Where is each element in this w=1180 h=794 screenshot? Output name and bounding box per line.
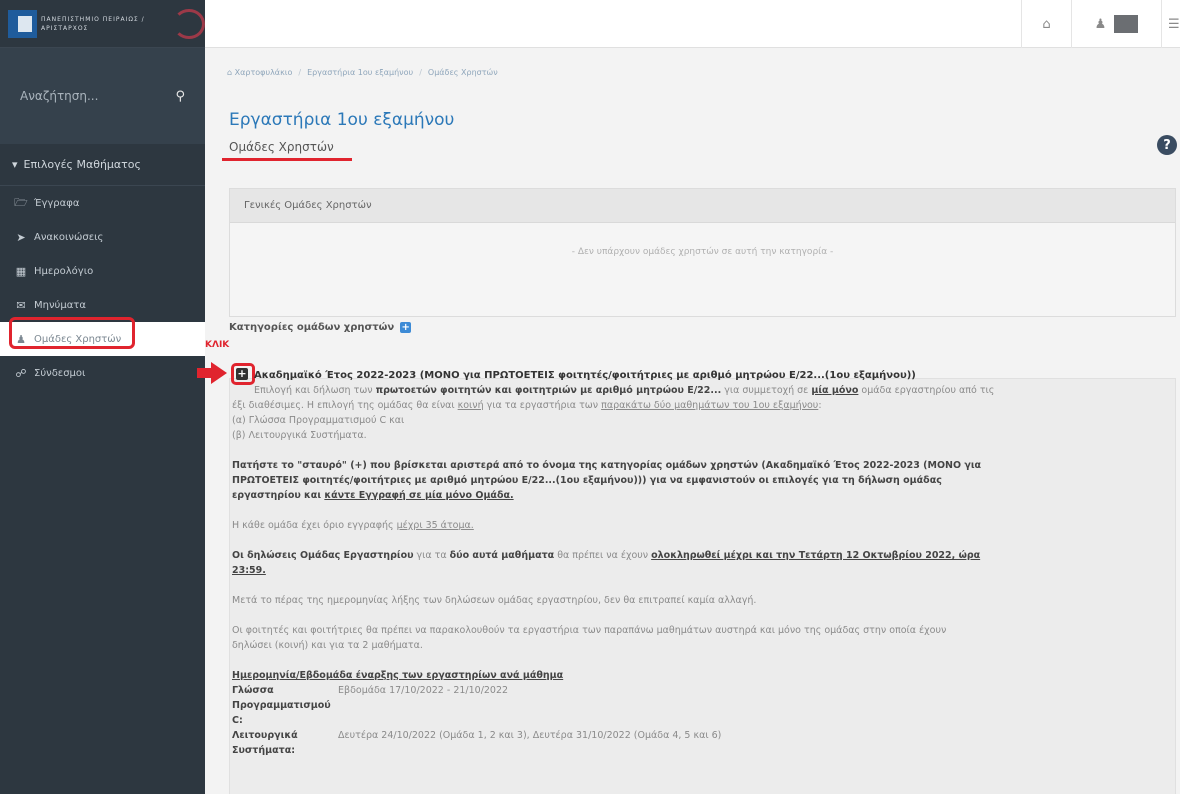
- link-icon: ☍: [15, 366, 27, 380]
- sidebar-item-links[interactable]: ☍ Σύνδεσμοι: [0, 356, 205, 390]
- description-line-2: έξι διαθέσιμες. Η επιλογή της ομάδας θα …: [232, 400, 822, 411]
- sidebar-item-user-groups[interactable]: ♟ Ομάδες Χρηστών: [0, 322, 205, 356]
- sidebar-item-label: Ομάδες Χρηστών: [34, 333, 122, 345]
- page-subtitle: Ομάδες Χρηστών: [229, 140, 334, 154]
- search-icon[interactable]: ⚲: [175, 89, 185, 104]
- sidebar-item-label: Έγγραφα: [34, 197, 80, 209]
- attendance-line-2: δηλώσει (κοινή) και για τα 2 μαθήματα.: [232, 640, 423, 651]
- avatar: [1114, 15, 1139, 33]
- schedule-row: Λειτουργικά Συστήματα: Δευτέρα 24/10/202…: [232, 728, 1162, 758]
- page-title: Εργαστήρια 1ου εξαμήνου: [229, 110, 455, 130]
- add-category-icon[interactable]: +: [400, 322, 412, 333]
- schedule-value: Δευτέρα 24/10/2022 (Ομάδα 1, 2 και 3), Δ…: [338, 730, 722, 741]
- arrow-annotation-icon: [197, 362, 227, 384]
- top-bar: ⌂ ♟ ☰: [205, 0, 1180, 48]
- general-groups-panel: Γενικές Ομάδες Χρηστών - Δεν υπάρχουν ομ…: [229, 188, 1176, 317]
- description-line-3: (α) Γλώσσα Προγραμματισμού C και: [232, 415, 405, 426]
- breadcrumb-course[interactable]: Εργαστήρια 1ου εξαμήνου: [307, 68, 413, 77]
- no-change-line: Μετά το πέρας της ημερομηνίας λήξης των …: [232, 595, 757, 606]
- attendance-line-1: Οι φοιτητές και φοιτήτριες θα πρέπει να …: [232, 625, 947, 636]
- schedule-value: Εβδομάδα 17/10/2022 - 21/10/2022: [338, 685, 509, 696]
- breadcrumb-home[interactable]: ⌂ Χαρτοφυλάκιο: [227, 68, 292, 77]
- instruction-line-2: ΠΡΩΤΟΕΤΕΙΣ φοιτητές/φοιτήτριες με αριθμό…: [232, 475, 942, 486]
- logo-swirl: [173, 8, 205, 39]
- user-menu[interactable]: ♟: [1071, 0, 1161, 48]
- schedule-label: Λειτουργικά Συστήματα:: [232, 730, 298, 756]
- sidebar-item-documents[interactable]: 🗁 Έγγραφα: [0, 186, 205, 220]
- sidebar-item-calendar[interactable]: ▦ Ημερολόγιο: [0, 254, 205, 288]
- sidebar-item-label: Σύνδεσμοι: [34, 367, 86, 379]
- search-placeholder: Αναζήτηση...: [20, 89, 99, 103]
- home-icon: ⌂: [1042, 16, 1051, 32]
- megaphone-icon: ➤: [16, 230, 26, 244]
- general-groups-empty: - Δεν υπάρχουν ομάδες χρηστών σε αυτή τη…: [571, 247, 834, 257]
- instruction-line-3: εργαστηρίου και κάντε Εγγραφή σε μία μόν…: [232, 490, 514, 501]
- schedule-heading: Ημερομηνία/Εβδομάδα έναρξης των εργαστηρ…: [232, 670, 564, 681]
- calendar-icon: ▦: [15, 264, 27, 278]
- sidebar-menu: 🗁 Έγγραφα ➤ Ανακοινώσεις ▦ Ημερολόγιο ✉ …: [0, 186, 205, 390]
- logo-mark: [8, 9, 38, 38]
- general-groups-heading: Γενικές Ομάδες Χρηστών: [230, 189, 1175, 223]
- sidebar-item-label: Ανακοινώσεις: [34, 231, 104, 243]
- breadcrumb-current: Ομάδες Χρηστών: [427, 68, 498, 77]
- schedule-label: Γλώσσα Προγραμματισμού C:: [232, 685, 331, 726]
- sidebar: ΠΑΝΕΠΙΣΤΗΜΙΟ ΠΕΙΡΑΙΩΣ / ΑΡΙΣΤΑΡΧΟΣ Αναζή…: [0, 0, 205, 794]
- user-icon: ♟: [1094, 16, 1107, 32]
- help-icon[interactable]: ?: [1157, 135, 1177, 155]
- categories-heading-label: Κατηγορίες ομάδων χρηστών: [229, 322, 395, 333]
- breadcrumb-separator: /: [419, 68, 422, 77]
- schedule-row: Γλώσσα Προγραμματισμού C: Εβδομάδα 17/10…: [232, 683, 1162, 728]
- click-annotation: ΚΛΙΚ: [205, 340, 230, 350]
- deadline-line-1: Οι δηλώσεις Ομάδας Εργαστηρίου για τα δύ…: [232, 550, 981, 561]
- limit-line: Η κάθε ομάδα έχει όριο εγγραφής μέχρι 35…: [232, 520, 474, 531]
- instruction-line-1: Πατήστε το "σταυρό" (+) που βρίσκεται αρ…: [232, 460, 982, 471]
- sidebar-item-label: Ημερολόγιο: [34, 265, 94, 277]
- logo[interactable]: ΠΑΝΕΠΙΣΤΗΜΙΟ ΠΕΙΡΑΙΩΣ / ΑΡΙΣΤΑΡΧΟΣ: [8, 8, 205, 39]
- logo-text: ΠΑΝΕΠΙΣΤΗΜΙΟ ΠΕΙΡΑΙΩΣ / ΑΡΙΣΤΑΡΧΟΣ: [41, 15, 145, 32]
- category-content: Ακαδημαϊκό Έτος 2022-2023 (ΜΟΝΟ για ΠΡΩΤ…: [232, 368, 1162, 758]
- home-button[interactable]: ⌂: [1021, 0, 1071, 48]
- search-area: Αναζήτηση... ⚲: [0, 48, 205, 144]
- breadcrumb-separator: /: [298, 68, 302, 77]
- logo-bar: ΠΑΝΕΠΙΣΤΗΜΙΟ ΠΕΙΡΑΙΩΣ / ΑΡΙΣΤΑΡΧΟΣ: [0, 0, 205, 48]
- breadcrumb: ⌂ Χαρτοφυλάκιο / Εργαστήρια 1ου εξαμήνου…: [227, 68, 498, 77]
- subtitle-underline: [222, 158, 352, 161]
- sidebar-item-announcements[interactable]: ➤ Ανακοινώσεις: [0, 220, 205, 254]
- category-title[interactable]: Ακαδημαϊκό Έτος 2022-2023 (ΜΟΝΟ για ΠΡΩΤ…: [232, 368, 1162, 383]
- course-options-header[interactable]: ▾ Επιλογές Μαθήματος: [0, 144, 205, 186]
- description-line-4: (β) Λειτουργικά Συστήματα.: [232, 430, 367, 441]
- menu-button[interactable]: ☰: [1161, 0, 1180, 48]
- envelope-icon: ✉: [16, 298, 26, 312]
- description-line-1: Επιλογή και δήλωση των πρωτοετών φοιτητώ…: [254, 385, 995, 396]
- users-icon: ♟: [16, 332, 26, 346]
- caret-down-icon: ▾: [12, 158, 18, 171]
- deadline-line-2: 23:59.: [232, 565, 266, 576]
- search-input[interactable]: Αναζήτηση... ⚲: [12, 80, 193, 112]
- sidebar-item-messages[interactable]: ✉ Μηνύματα: [0, 288, 205, 322]
- categories-heading: Κατηγορίες ομάδων χρηστών +: [229, 322, 412, 333]
- folder-icon: 🗁: [14, 195, 28, 209]
- menu-icon: ☰: [1168, 16, 1180, 32]
- course-options-label: Επιλογές Μαθήματος: [23, 158, 141, 171]
- sidebar-item-label: Μηνύματα: [34, 299, 86, 311]
